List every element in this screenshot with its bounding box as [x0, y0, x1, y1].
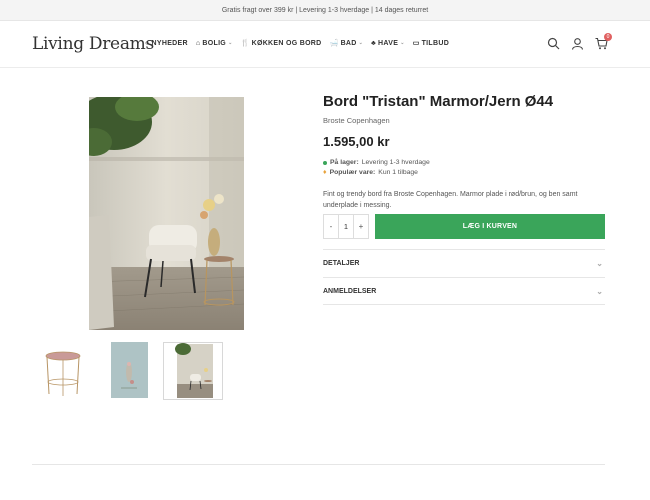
- add-to-cart-button[interactable]: LÆG I KURVEN: [375, 214, 605, 239]
- nav-label: BOLIG: [202, 39, 227, 47]
- nav-item-have[interactable]: ♣ HAVE ⌄: [371, 39, 405, 47]
- stock-label: På lager:: [330, 159, 359, 166]
- header-actions: 0: [547, 33, 612, 50]
- popular-status: ♦ Populær vare: Kun 1 tilbage: [323, 169, 605, 176]
- quantity-stepper: - 1 +: [323, 214, 369, 239]
- quantity-decrease-button[interactable]: -: [324, 222, 338, 231]
- product-thumbnails: [35, 342, 223, 400]
- accordion-details[interactable]: DETALJER ⌄: [323, 249, 605, 277]
- stock-status: På lager: Levering 1-3 hverdage: [323, 159, 605, 166]
- nav-label: TILBUD: [421, 39, 450, 47]
- stock-text: Levering 1-3 hverdage: [361, 159, 430, 166]
- garden-icon: ♣: [371, 39, 377, 47]
- add-to-cart-row: - 1 + LÆG I KURVEN: [323, 214, 605, 239]
- nav-item-nyheder[interactable]: ○ NYHEDER: [145, 39, 188, 47]
- announcement-bar: Gratis fragt over 399 kr | Levering 1-3 …: [0, 0, 650, 21]
- nav-item-koekken-og-bord[interactable]: 🍴 KØKKEN OG BORD: [240, 39, 322, 48]
- nav-label: BAD: [340, 39, 357, 47]
- accordion-label: ANMELDELSER: [323, 288, 377, 295]
- nav-item-bad[interactable]: 🛁 BAD ⌄: [329, 39, 364, 48]
- cart-count-badge: 0: [604, 33, 612, 41]
- flame-icon: ♦: [323, 169, 327, 176]
- thumbnail-2[interactable]: [99, 342, 159, 400]
- cutlery-icon: 🍴: [240, 40, 250, 47]
- tag-icon: ▭: [412, 40, 420, 47]
- thumbnail-3[interactable]: [163, 342, 223, 400]
- nav-label: KØKKEN OG BORD: [251, 39, 322, 47]
- thumbnail-1[interactable]: [35, 342, 95, 400]
- nav-item-bolig[interactable]: ⌂ BOLIG ⌄: [196, 39, 233, 47]
- quantity-increase-button[interactable]: +: [354, 222, 368, 231]
- circle-icon: ○: [145, 39, 150, 47]
- product-price: 1.595,00 kr: [323, 134, 390, 149]
- nav-label: HAVE: [378, 39, 399, 47]
- chevron-down-icon: ⌄: [596, 259, 603, 268]
- cart-icon[interactable]: 0: [595, 33, 612, 50]
- site-header: Living Dreams ○ NYHEDER ⌂ BOLIG ⌄ 🍴 KØKK…: [0, 22, 650, 68]
- popular-text: Kun 1 tilbage: [378, 169, 418, 176]
- search-icon[interactable]: [547, 37, 560, 50]
- bath-icon: 🛁: [329, 40, 339, 47]
- nav-item-tilbud[interactable]: ▭ TILBUD: [412, 39, 450, 48]
- accordion-reviews[interactable]: ANMELDELSER ⌄: [323, 277, 605, 305]
- accordion-label: DETALJER: [323, 260, 360, 267]
- user-icon[interactable]: [571, 37, 584, 50]
- in-stock-dot-icon: [323, 160, 327, 165]
- product-title: Bord "Tristan" Marmor/Jern Ø44: [323, 93, 554, 110]
- chevron-down-icon: ⌄: [358, 40, 364, 46]
- nav-label: NYHEDER: [151, 39, 188, 47]
- product-info: Bord "Tristan" Marmor/Jern Ø44 Broste Co…: [323, 92, 605, 211]
- product-description: Fint og trendy bord fra Broste Copenhage…: [323, 191, 578, 209]
- main-nav: ○ NYHEDER ⌂ BOLIG ⌄ 🍴 KØKKEN OG BORD 🛁 B…: [145, 39, 450, 48]
- chevron-down-icon: ⌄: [596, 287, 603, 296]
- announcement-text: Gratis fragt over 399 kr | Levering 1-3 …: [221, 7, 429, 14]
- quantity-input[interactable]: 1: [338, 215, 354, 238]
- product-brand[interactable]: Broste Copenhagen: [323, 116, 605, 125]
- site-logo[interactable]: Living Dreams: [32, 34, 154, 54]
- product-main-image[interactable]: [89, 97, 244, 330]
- chevron-down-icon: ⌄: [400, 40, 405, 46]
- chevron-down-icon: ⌄: [228, 40, 233, 46]
- section-divider: [32, 464, 605, 465]
- popular-label: Populær vare:: [329, 169, 376, 176]
- home-icon: ⌂: [195, 39, 201, 47]
